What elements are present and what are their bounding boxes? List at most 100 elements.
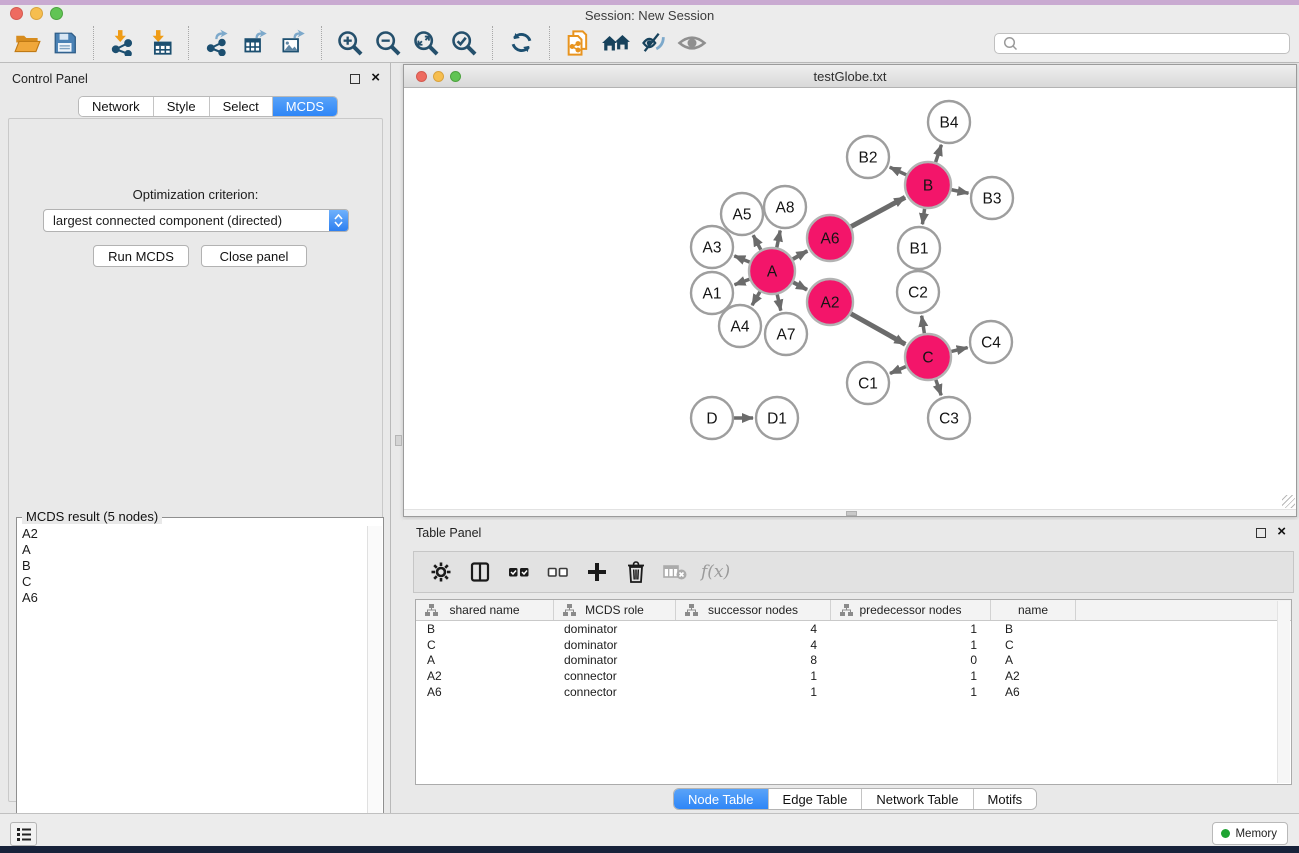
- graph-edge[interactable]: [951, 348, 967, 352]
- memory-button[interactable]: Memory: [1212, 822, 1288, 845]
- optimization-criterion-select[interactable]: largest connected component (directed): [43, 209, 349, 232]
- search-input[interactable]: [1021, 35, 1289, 52]
- cell-name[interactable]: B: [991, 622, 1076, 636]
- open-file-button[interactable]: [10, 26, 44, 60]
- tab-node-table[interactable]: Node Table: [674, 789, 769, 809]
- graph-edge[interactable]: [952, 190, 969, 193]
- graph-edge[interactable]: [793, 282, 807, 289]
- cell-shared-name[interactable]: A2: [416, 669, 554, 683]
- import-network-button[interactable]: [105, 26, 139, 60]
- cell-shared-name[interactable]: B: [416, 622, 554, 636]
- result-item[interactable]: A2: [22, 526, 367, 542]
- graph-edge[interactable]: [936, 145, 942, 162]
- show-columns-button[interactable]: [465, 557, 495, 587]
- result-item[interactable]: A: [22, 542, 367, 558]
- show-hide-graphics-details-button[interactable]: [637, 26, 671, 60]
- close-panel-icon[interactable]: ×: [1277, 526, 1286, 537]
- result-item[interactable]: C: [22, 574, 367, 590]
- table-row[interactable]: A2 connector 1 1 A2: [416, 668, 1291, 684]
- result-item[interactable]: B: [22, 558, 367, 574]
- cell-shared-name[interactable]: C: [416, 638, 554, 652]
- home-button[interactable]: [599, 26, 633, 60]
- cell-predecessor-nodes[interactable]: 0: [831, 653, 991, 667]
- table-scrollbar[interactable]: [1277, 601, 1290, 783]
- result-item[interactable]: A6: [22, 590, 367, 606]
- scrollbar-thumb[interactable]: [846, 511, 857, 516]
- graph-edge[interactable]: [890, 367, 906, 374]
- column-header-predecessor-nodes[interactable]: predecessor nodes: [831, 600, 991, 620]
- float-panel-icon[interactable]: [1256, 528, 1266, 538]
- graph-edge[interactable]: [793, 251, 808, 259]
- task-history-button[interactable]: [10, 822, 37, 846]
- graph-edge[interactable]: [851, 314, 905, 345]
- delete-row-button[interactable]: [621, 557, 651, 587]
- network-vertical-scrollbar-thumb[interactable]: [395, 435, 402, 446]
- graph-edge[interactable]: [777, 294, 781, 310]
- cell-successor-nodes[interactable]: 1: [676, 669, 831, 683]
- cell-mcds-role[interactable]: dominator: [554, 638, 676, 652]
- table-row[interactable]: B dominator 4 1 B: [416, 621, 1291, 637]
- graph-edge[interactable]: [936, 380, 941, 396]
- table-settings-button[interactable]: [426, 557, 456, 587]
- network-window-titlebar[interactable]: testGlobe.txt: [404, 65, 1296, 88]
- table-row[interactable]: A dominator 8 0 A: [416, 653, 1291, 669]
- resize-grip[interactable]: [1282, 495, 1295, 508]
- tab-network-table[interactable]: Network Table: [862, 789, 973, 809]
- cell-successor-nodes[interactable]: 1: [676, 685, 831, 699]
- network-horizontal-scrollbar[interactable]: [404, 509, 1296, 516]
- graph-edge[interactable]: [734, 256, 749, 262]
- cell-predecessor-nodes[interactable]: 1: [831, 669, 991, 683]
- refresh-button[interactable]: [504, 26, 538, 60]
- cell-successor-nodes[interactable]: 4: [676, 638, 831, 652]
- deselect-all-button[interactable]: [543, 557, 573, 587]
- export-table-button[interactable]: [238, 26, 272, 60]
- column-header-shared-name[interactable]: shared name: [416, 600, 554, 620]
- graph-edge[interactable]: [777, 231, 780, 248]
- network-graph[interactable]: AA1A2A3A4A5A6A7A8BB1B2B3B4CC1C2C3C4DD1: [404, 88, 1296, 509]
- graph-edge[interactable]: [890, 167, 907, 175]
- cell-shared-name[interactable]: A: [416, 653, 554, 667]
- cell-predecessor-nodes[interactable]: 1: [831, 685, 991, 699]
- tab-motifs[interactable]: Motifs: [974, 789, 1037, 809]
- tab-mcds[interactable]: MCDS: [273, 97, 337, 116]
- tab-select[interactable]: Select: [210, 97, 273, 116]
- cell-mcds-role[interactable]: dominator: [554, 653, 676, 667]
- duplicate-network-button[interactable]: [561, 26, 595, 60]
- cell-predecessor-nodes[interactable]: 1: [831, 638, 991, 652]
- tab-edge-table[interactable]: Edge Table: [769, 789, 863, 809]
- import-table-button[interactable]: [143, 26, 177, 60]
- select-all-button[interactable]: [504, 557, 534, 587]
- graph-edge[interactable]: [922, 209, 924, 224]
- tab-style[interactable]: Style: [154, 97, 210, 116]
- table-row[interactable]: C dominator 4 1 C: [416, 637, 1291, 653]
- save-session-button[interactable]: [48, 26, 82, 60]
- zoom-in-button[interactable]: [333, 26, 367, 60]
- graph-edge[interactable]: [735, 279, 750, 284]
- cell-mcds-role[interactable]: dominator: [554, 622, 676, 636]
- float-panel-icon[interactable]: [350, 74, 360, 84]
- column-header-successor-nodes[interactable]: successor nodes: [676, 600, 831, 620]
- cell-name[interactable]: A6: [991, 685, 1076, 699]
- cell-mcds-role[interactable]: connector: [554, 669, 676, 683]
- function-builder-button[interactable]: f(x): [701, 562, 730, 582]
- cell-predecessor-nodes[interactable]: 1: [831, 622, 991, 636]
- tab-network[interactable]: Network: [79, 97, 154, 116]
- mcds-result-list[interactable]: A2 A B C A6: [18, 526, 367, 853]
- delete-table-button[interactable]: [660, 557, 690, 587]
- cell-successor-nodes[interactable]: 8: [676, 653, 831, 667]
- cell-successor-nodes[interactable]: 4: [676, 622, 831, 636]
- column-header-mcds-role[interactable]: MCDS role: [554, 600, 676, 620]
- search-box[interactable]: [994, 33, 1290, 54]
- cell-name[interactable]: A: [991, 653, 1076, 667]
- cell-name[interactable]: C: [991, 638, 1076, 652]
- zoom-selected-button[interactable]: [447, 26, 481, 60]
- zoom-fit-button[interactable]: [409, 26, 443, 60]
- graph-edge[interactable]: [753, 235, 761, 250]
- graph-edge[interactable]: [752, 292, 760, 306]
- close-panel-icon[interactable]: ×: [371, 72, 380, 83]
- run-mcds-button[interactable]: Run MCDS: [93, 245, 189, 267]
- network-canvas[interactable]: AA1A2A3A4A5A6A7A8BB1B2B3B4CC1C2C3C4DD1: [404, 88, 1296, 509]
- column-header-name[interactable]: name: [991, 600, 1076, 620]
- show-hide-annotations-button[interactable]: [675, 26, 709, 60]
- cell-shared-name[interactable]: A6: [416, 685, 554, 699]
